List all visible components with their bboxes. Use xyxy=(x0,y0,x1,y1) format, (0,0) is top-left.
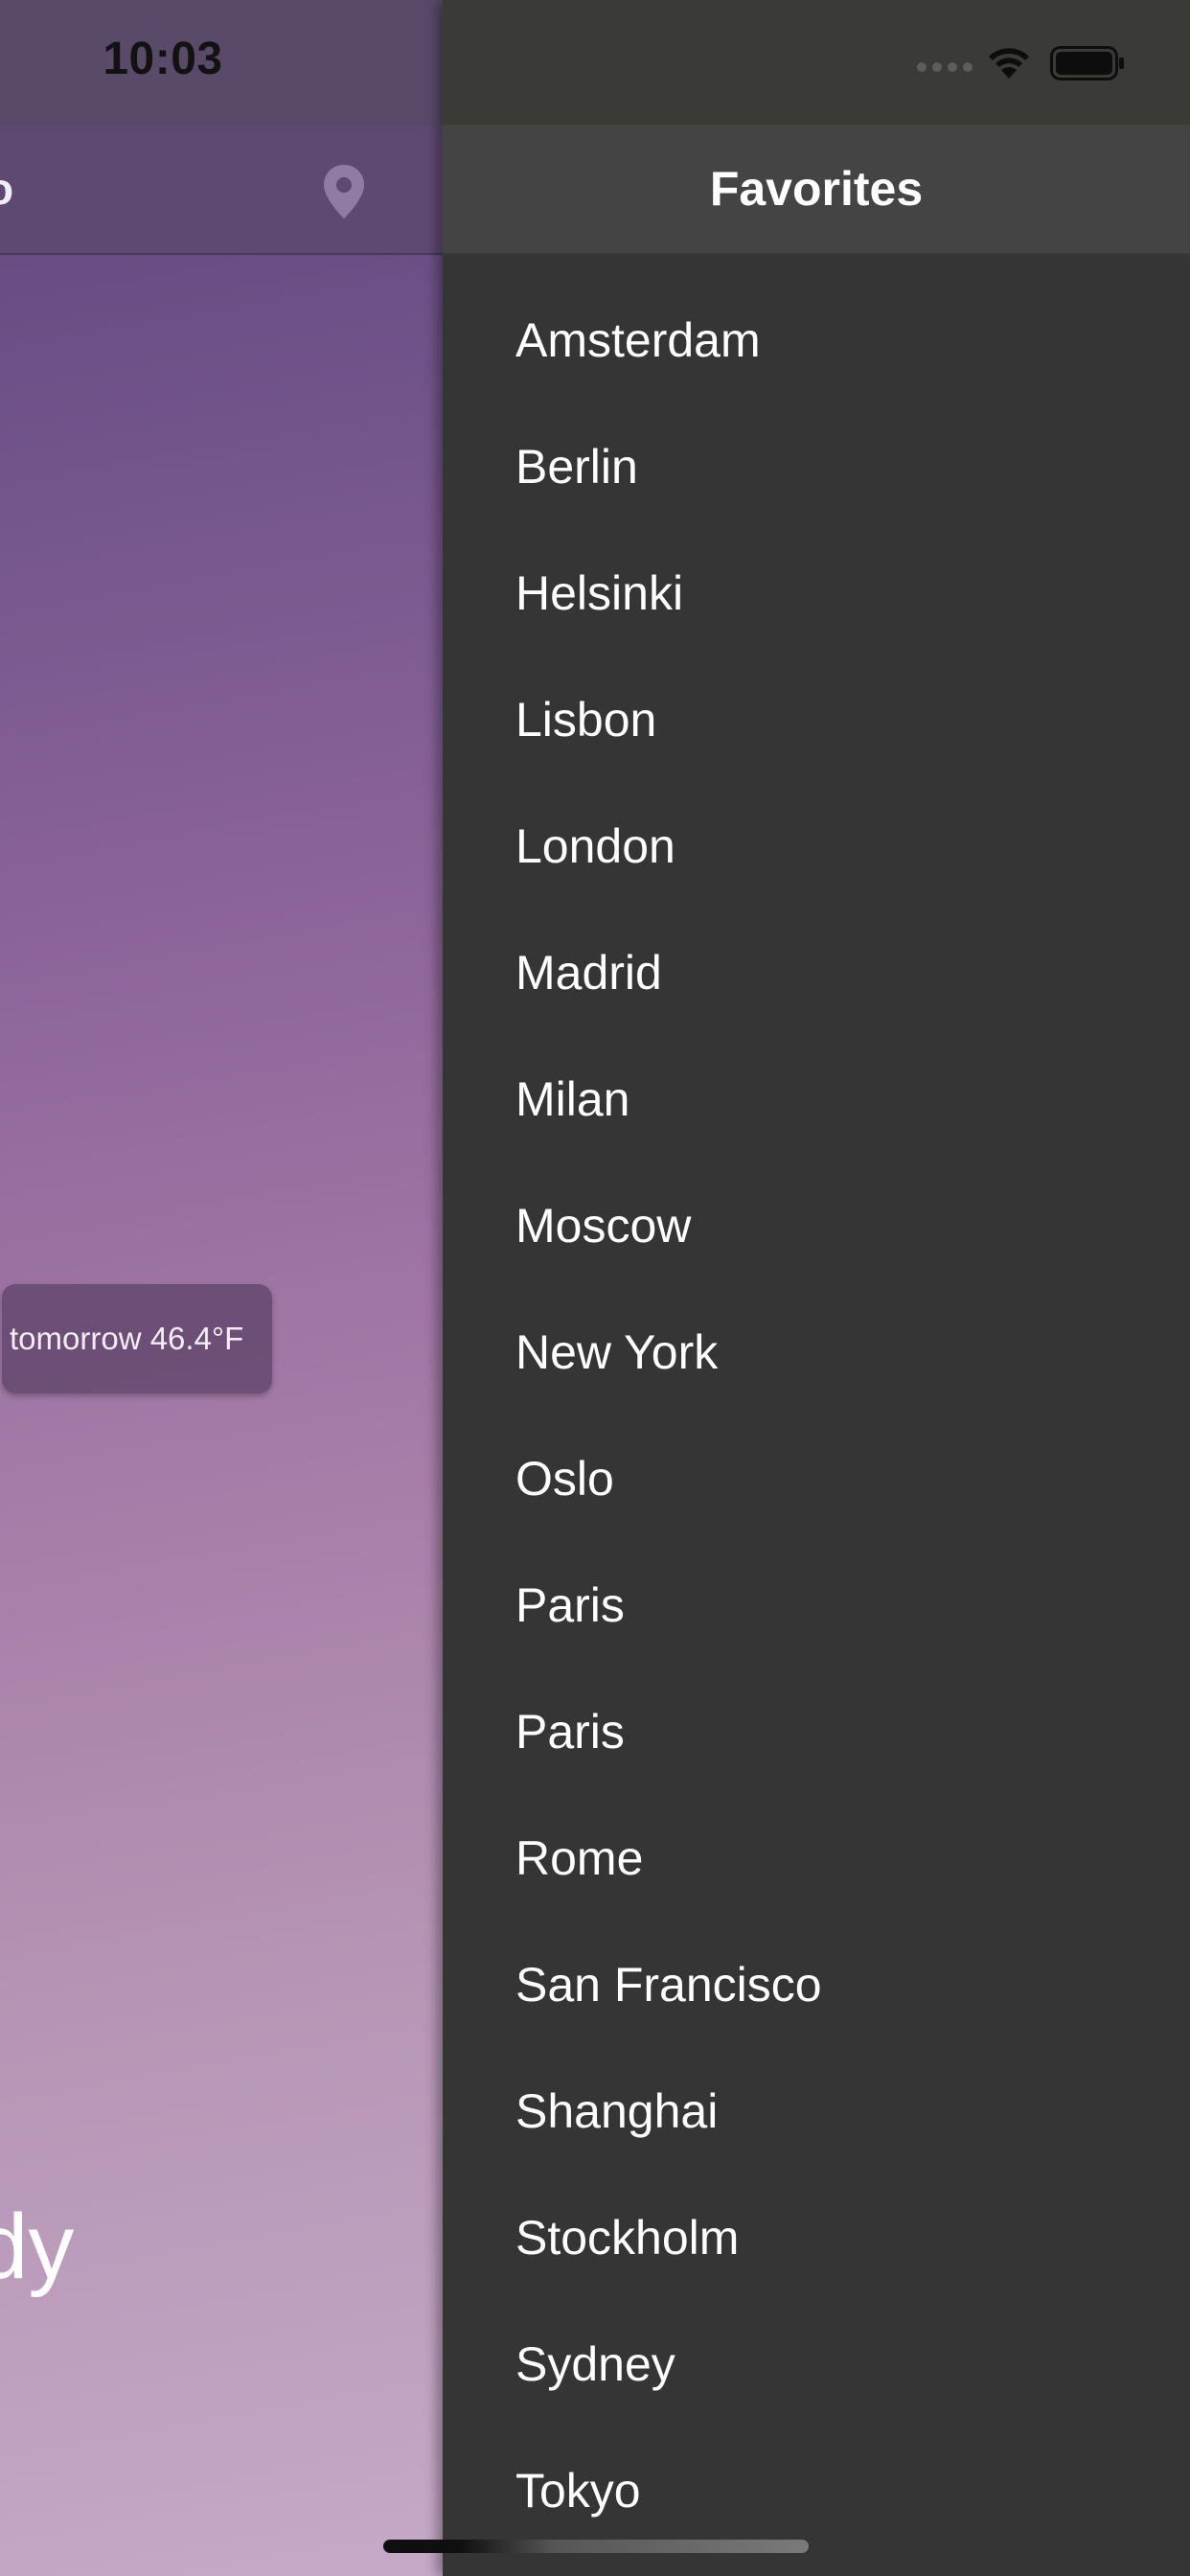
cellular-signal-icon xyxy=(917,62,973,72)
home-indicator[interactable] xyxy=(383,2540,809,2553)
favorite-city-item[interactable]: London xyxy=(443,759,1190,886)
favorite-city-item[interactable]: Paris xyxy=(443,1518,1190,1644)
favorite-city-item[interactable]: Tokyo xyxy=(443,2404,1190,2530)
weather-nav-bar: o xyxy=(0,125,443,255)
favorites-list: Amsterdam Berlin Helsinki Lisbon London … xyxy=(443,253,1190,2530)
favorite-city-item[interactable]: Amsterdam xyxy=(443,253,1190,380)
wifi-icon xyxy=(989,48,1029,79)
favorite-city-item[interactable]: Oslo xyxy=(443,1392,1190,1518)
favorite-city-item[interactable]: Berlin xyxy=(443,380,1190,506)
app-screen: 10:03 o tomorrow 46.4°F dy Favorites Ams… xyxy=(0,0,1190,2576)
favorite-city-item[interactable]: Milan xyxy=(443,1012,1190,1138)
favorite-city-item[interactable]: Madrid xyxy=(443,886,1190,1012)
favorites-header: Favorites xyxy=(443,125,1190,255)
favorite-city-item[interactable]: Rome xyxy=(443,1771,1190,1898)
favorite-city-item[interactable]: Shanghai xyxy=(443,2024,1190,2150)
weather-condition: dy xyxy=(0,2196,75,2298)
forecast-chip[interactable]: tomorrow 46.4°F xyxy=(2,1284,272,1393)
favorites-title: Favorites xyxy=(709,162,924,216)
favorite-city-item[interactable]: Stockholm xyxy=(443,2150,1190,2277)
status-time: 10:03 xyxy=(103,34,223,84)
favorite-city-item[interactable]: New York xyxy=(443,1265,1190,1392)
status-bar-right xyxy=(443,0,1190,125)
favorite-city-item[interactable]: Helsinki xyxy=(443,506,1190,632)
battery-icon xyxy=(1050,46,1124,80)
weather-nav-title: o xyxy=(0,164,14,214)
status-bar-left: 10:03 xyxy=(0,0,443,125)
favorite-city-item[interactable]: Paris xyxy=(443,1644,1190,1771)
weather-screen[interactable]: 10:03 o tomorrow 46.4°F dy xyxy=(0,0,443,2576)
location-pin-icon[interactable] xyxy=(322,163,366,220)
favorite-city-item[interactable]: Sydney xyxy=(443,2277,1190,2404)
favorite-city-item[interactable]: Moscow xyxy=(443,1138,1190,1265)
favorite-city-item[interactable]: San Francisco xyxy=(443,1898,1190,2024)
favorites-drawer: Favorites Amsterdam Berlin Helsinki Lisb… xyxy=(443,0,1190,2576)
favorite-city-item[interactable]: Lisbon xyxy=(443,632,1190,759)
